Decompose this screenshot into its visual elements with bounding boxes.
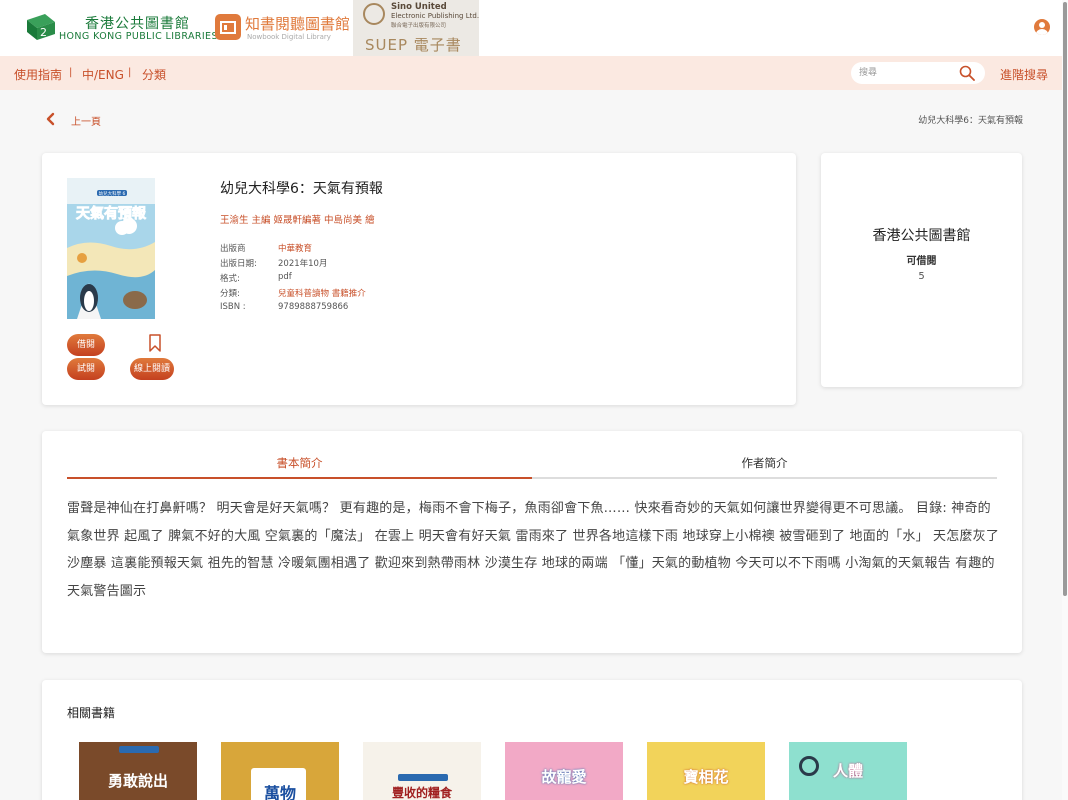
advanced-search-link[interactable]: 進階搜尋 <box>1000 66 1048 83</box>
search-input[interactable] <box>859 65 954 81</box>
availability-card: 香港公共圖書館 可借閱 5 <box>821 153 1022 387</box>
publish-date-value: 2021年10月 <box>278 259 328 269</box>
tab-book-intro[interactable]: 書本簡介 <box>67 455 532 479</box>
tab-author-intro[interactable]: 作者簡介 <box>532 455 997 479</box>
related-book[interactable]: 勇敢說出 <box>79 742 197 800</box>
related-book-label: 人體 <box>832 762 863 780</box>
related-book[interactable]: 豐收的糧食 <box>363 742 481 800</box>
related-book-label: 故寵愛 <box>541 768 587 786</box>
borrow-button[interactable]: 借閱 <box>67 334 105 356</box>
search-box <box>851 62 985 84</box>
search-icon[interactable] <box>959 65 975 81</box>
availability-count: 5 <box>918 271 925 282</box>
isbn-label: ISBN : <box>220 302 246 312</box>
breadcrumb-current: 幼兒大科學6：天氣有預報 <box>918 116 1023 126</box>
related-book[interactable]: 寶相花 <box>647 742 765 800</box>
nav-separator: | <box>69 67 73 78</box>
publisher-value[interactable]: 中華教育 <box>278 242 312 254</box>
back-link[interactable]: 上一頁 <box>71 113 101 128</box>
book-cover-art: 幼兒大科學 6 天氣有預報 <box>67 178 155 319</box>
book-authors[interactable]: 王渝生 主編 姬晟軒編著 中島尚美 繪 <box>220 212 375 226</box>
top-header: 2 香港公共圖書館 HONG KONG PUBLIC LIBRARIES 知書閱… <box>0 0 1062 56</box>
book-intro-text: 雷聲是神仙在打鼻鼾嗎？ 明天會是好天氣嗎？ 更有趣的是，梅雨不會下梅子，魚雨卻會… <box>67 501 1000 599</box>
hkpl-logo[interactable]: 2 香港公共圖書館 HONG KONG PUBLIC LIBRARIES <box>27 12 218 44</box>
publisher-label: 出版商 <box>220 244 246 254</box>
nowbook-logo[interactable]: 知書閱聽圖書館 Nowbook Digital Library <box>215 12 350 46</box>
trial-read-button[interactable]: 試閱 <box>67 358 105 380</box>
hkpl-name-en: HONG KONG PUBLIC LIBRARIES <box>59 31 218 42</box>
nowbook-name-zh: 知書閱聽圖書館 <box>245 15 351 33</box>
user-avatar-icon[interactable] <box>1034 19 1050 35</box>
library-name: 香港公共圖書館 <box>872 228 971 244</box>
read-online-button[interactable]: 線上閱讀 <box>130 358 174 380</box>
nowbook-name-en: Nowbook Digital Library <box>247 33 331 41</box>
hkpl-logo-icon: 2 <box>27 14 55 40</box>
availability-label: 可借閱 <box>906 256 937 267</box>
isbn-value: 9789888759866 <box>278 302 349 312</box>
suep-name-en-1: Sino United <box>391 2 447 12</box>
publish-date-label: 出版日期: <box>220 259 257 269</box>
cover-title-label: 天氣有預報 <box>76 205 147 222</box>
format-label: 格式: <box>220 274 240 284</box>
nav-language[interactable]: 中/ENG <box>82 66 124 83</box>
intro-card: 書本簡介 作者簡介 雷聲是神仙在打鼻鼾嗎？ 明天會是好天氣嗎？ 更有趣的是，梅雨… <box>42 431 1022 653</box>
suep-name-en-2: Electronic Publishing Ltd. <box>391 12 480 20</box>
book-title: 幼兒大科學6：天氣有預報 <box>220 181 383 197</box>
suep-logo-icon <box>363 3 385 25</box>
category-label: 分類: <box>220 289 240 299</box>
hkpl-name-zh: 香港公共圖書館 <box>85 16 190 32</box>
suep-logo[interactable]: Sino United Electronic Publishing Ltd. 聯… <box>353 0 479 56</box>
chevron-left-icon[interactable] <box>46 112 56 126</box>
category-value[interactable]: 兒童科普讀物 書籍推介 <box>278 287 366 299</box>
svg-text:2: 2 <box>40 26 47 39</box>
book-detail-card: 幼兒大科學 6 天氣有預報 借閱 試閱 線上閱讀 幼兒大科學6：天氣有預報 王渝… <box>42 153 796 405</box>
related-book[interactable]: 人體 <box>789 742 907 800</box>
suep-name-zh: 聯合電子出版有限公司 <box>391 23 447 29</box>
nav-separator: | <box>128 67 132 78</box>
scrollbar-thumb[interactable] <box>1063 2 1067 596</box>
related-book-label: 萬物 <box>263 784 296 800</box>
book-cover[interactable]: 幼兒大科學 6 天氣有預報 <box>67 178 155 319</box>
bookmark-icon[interactable] <box>148 334 162 352</box>
related-book-label: 勇敢說出 <box>107 772 168 790</box>
nav-guide[interactable]: 使用指南 <box>14 66 62 83</box>
related-book[interactable]: 故寵愛 <box>505 742 623 800</box>
nav-categories[interactable]: 分類 <box>142 66 166 83</box>
nowbook-logo-icon <box>215 14 241 40</box>
related-book-label: 豐收的糧食 <box>391 786 452 800</box>
related-books-title: 相關書籍 <box>67 706 116 720</box>
suep-brand: SUEP 電子書 <box>365 36 462 54</box>
related-books-card: 相關書籍 勇敢說出 萬物 豐收的糧食 故寵愛 寶相花 人體 <box>42 680 1022 800</box>
related-book-label: 寶相花 <box>683 768 729 786</box>
related-book[interactable]: 萬物 <box>221 742 339 800</box>
format-value: pdf <box>278 272 292 282</box>
cover-series-label: 幼兒大科學 6 <box>99 190 126 197</box>
